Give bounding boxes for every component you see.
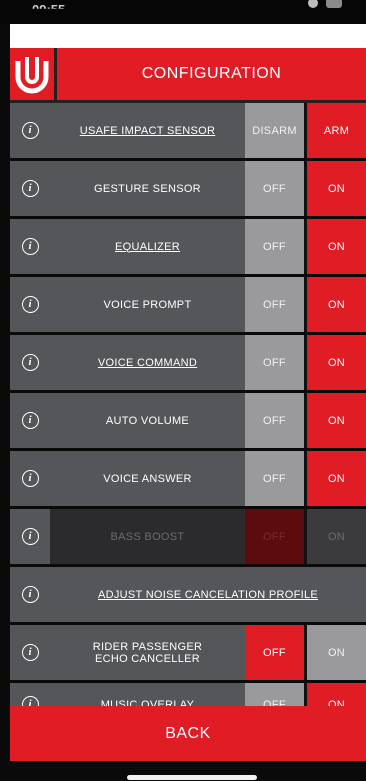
row-label: VOICE ANSWER — [103, 472, 192, 485]
row-equalizer: i EQUALIZER OFF ON — [10, 219, 366, 274]
info-icon: i — [21, 586, 39, 603]
bass-boost-off-button: OFF — [245, 509, 307, 564]
bass-boost-on-button: ON — [307, 509, 366, 564]
voice-answer-on-button[interactable]: ON — [307, 451, 366, 506]
voice-command-off-button[interactable]: OFF — [245, 335, 307, 390]
info-button[interactable]: i — [10, 219, 50, 274]
info-icon: i — [21, 180, 39, 197]
info-icon: i — [21, 528, 39, 545]
voice-answer-off-button[interactable]: OFF — [245, 451, 307, 506]
row-echo-canceller: i RIDER PASSENGER ECHO CANCELLER OFF ON — [10, 625, 366, 680]
info-icon: i — [21, 644, 39, 661]
row-noise-cancelation: i ADJUST NOISE CANCELATION PROFILE — [10, 567, 366, 622]
home-indicator[interactable] — [127, 775, 257, 780]
info-icon: i — [21, 412, 39, 429]
status-bar: 09:55 — [0, 0, 366, 24]
echo-canceller-off-button[interactable]: OFF — [245, 625, 307, 680]
info-button[interactable]: i — [10, 567, 50, 622]
page-title: CONFIGURATION — [141, 65, 282, 82]
row-label: VOICE PROMPT — [103, 298, 192, 311]
battery-icon — [326, 0, 342, 8]
disarm-button[interactable]: DISARM — [245, 103, 307, 158]
u-logo-icon — [10, 48, 57, 100]
equalizer-link[interactable]: EQUALIZER — [50, 219, 245, 274]
status-time: 09:55 — [32, 2, 66, 17]
adjust-noise-cancelation-link[interactable]: ADJUST NOISE CANCELATION PROFILE — [50, 567, 366, 622]
auto-volume-off-button[interactable]: OFF — [245, 393, 307, 448]
row-gesture-sensor: i GESTURE SENSOR OFF ON — [10, 161, 366, 216]
info-icon: i — [21, 470, 39, 487]
status-icons — [304, 0, 344, 10]
info-button[interactable]: i — [10, 509, 50, 564]
row-label: GESTURE SENSOR — [94, 182, 201, 195]
row-label: BASS BOOST — [50, 509, 245, 564]
info-icon: i — [21, 238, 39, 255]
voice-command-on-button[interactable]: ON — [307, 335, 366, 390]
row-usafe-impact-sensor: i USAFE IMPACT SENSOR DISARM ARM — [10, 103, 366, 158]
voice-command-link[interactable]: VOICE COMMAND — [50, 335, 245, 390]
row-voice-prompt: i VOICE PROMPT OFF ON — [10, 277, 366, 332]
info-icon: i — [21, 296, 39, 313]
echo-canceller-on-button[interactable]: ON — [307, 625, 366, 680]
voice-prompt-on-button[interactable]: ON — [307, 277, 366, 332]
row-voice-command: i VOICE COMMAND OFF ON — [10, 335, 366, 390]
info-icon: i — [21, 122, 39, 139]
info-button[interactable]: i — [10, 335, 50, 390]
row-voice-answer: i VOICE ANSWER OFF ON — [10, 451, 366, 506]
header-bar: CONFIGURATION — [10, 48, 366, 103]
row-auto-volume: i AUTO VOLUME OFF ON — [10, 393, 366, 448]
info-button[interactable]: i — [10, 277, 50, 332]
row-label: RIDER PASSENGER ECHO CANCELLER — [50, 625, 245, 680]
equalizer-off-button[interactable]: OFF — [245, 219, 307, 274]
row-label: VOICE COMMAND — [97, 356, 198, 369]
row-label-line-1: RIDER PASSENGER — [92, 640, 203, 653]
row-label: AUTO VOLUME — [105, 414, 190, 427]
auto-volume-on-button[interactable]: ON — [307, 393, 366, 448]
settings-list: i USAFE IMPACT SENSOR DISARM ARM i GESTU… — [10, 103, 366, 729]
gesture-sensor-off-button[interactable]: OFF — [245, 161, 307, 216]
info-button[interactable]: i — [10, 451, 50, 506]
row-label-line-2: ECHO CANCELLER — [94, 652, 201, 665]
row-bass-boost: i BASS BOOST OFF ON — [10, 509, 366, 564]
info-button[interactable]: i — [10, 393, 50, 448]
gesture-sensor-on-button[interactable]: ON — [307, 161, 366, 216]
info-icon: i — [21, 354, 39, 371]
info-button[interactable]: i — [10, 625, 50, 680]
usafe-impact-sensor-link[interactable]: USAFE IMPACT SENSOR — [50, 103, 245, 158]
row-label: ADJUST NOISE CANCELATION PROFILE — [97, 588, 319, 601]
arm-button[interactable]: ARM — [307, 103, 366, 158]
back-button[interactable]: BACK — [10, 706, 366, 761]
top-band — [10, 24, 366, 48]
voice-prompt-off-button[interactable]: OFF — [245, 277, 307, 332]
row-label: EQUALIZER — [114, 240, 181, 253]
info-button[interactable]: i — [10, 103, 50, 158]
signal-icon — [308, 0, 318, 8]
info-button[interactable]: i — [10, 161, 50, 216]
row-label: USAFE IMPACT SENSOR — [79, 124, 216, 137]
equalizer-on-button[interactable]: ON — [307, 219, 366, 274]
